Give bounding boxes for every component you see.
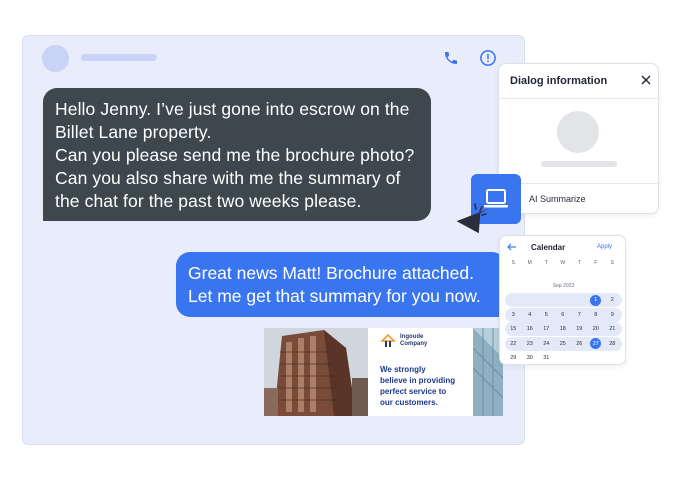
back-arrow-icon[interactable] — [507, 242, 517, 252]
contact-name-placeholder — [81, 54, 157, 61]
calendar-day[interactable]: 19 — [571, 322, 588, 336]
info-icon[interactable] — [478, 48, 498, 68]
outgoing-message: Great news Matt! Brochure attached. Let m… — [176, 252, 506, 317]
weekday-label: T — [577, 260, 581, 266]
calendar-empty-cell — [571, 293, 588, 307]
calendar-day[interactable]: 29 — [505, 351, 522, 365]
company-name-line: Company — [400, 341, 428, 347]
calendar-week: 12 — [505, 293, 622, 307]
tagline-line: We strongly — [380, 365, 426, 374]
company-name: Ingoude Company — [400, 334, 427, 348]
calendar-day[interactable]: 7 — [571, 308, 588, 322]
brochure-tagline: We strongly believe in providing perfect s… — [380, 364, 455, 408]
calendar-day[interactable]: 25 — [555, 337, 572, 351]
message-line: the chat for the past two weeks please. — [55, 191, 362, 211]
calendar-day[interactable]: 16 — [522, 322, 539, 336]
brochure-attachment[interactable]: Ingoude Company We strongly believe in pro… — [264, 328, 503, 416]
cursor-click-icon — [456, 203, 490, 234]
calendar-day[interactable]: 30 — [522, 351, 539, 365]
calendar-day[interactable]: 4 — [522, 308, 539, 322]
company-name-line: Ingoude — [400, 334, 424, 340]
weekday-label: S — [511, 260, 515, 266]
calendar-day[interactable]: 26 — [571, 337, 588, 351]
calendar-title: Calendar — [531, 243, 566, 252]
stage: Hello Jenny. I’ve just gone into escrow … — [0, 0, 681, 481]
calendar-day[interactable]: 8 — [588, 308, 605, 322]
calendar-day[interactable]: 1 — [588, 293, 605, 307]
calendar-empty-cell — [555, 351, 572, 365]
dialog-information-panel: Dialog information AI Summarize — [498, 63, 660, 214]
weekday-label: M — [527, 260, 532, 266]
calendar-empty-cell — [538, 293, 555, 307]
calendar-empty-cell — [522, 293, 539, 307]
calendar-week: 15 16 17 18 19 20 21 — [505, 322, 622, 336]
calendar-day[interactable]: 9 — [604, 308, 621, 322]
calendar-day[interactable]: 21 — [604, 322, 621, 336]
divider — [499, 98, 660, 99]
month-label: Sep 2023 — [552, 283, 575, 289]
calendar-day[interactable]: 24 — [538, 337, 555, 351]
weekday-label: T — [544, 260, 548, 266]
calendar-day[interactable]: 15 — [505, 322, 522, 336]
dialog-title: Dialog information — [510, 75, 608, 87]
calendar-day[interactable]: 2 — [604, 293, 621, 307]
calendar-empty-cell — [571, 351, 588, 365]
incoming-message: Hello Jenny. I’ve just gone into escrow … — [43, 88, 431, 221]
calendar-day[interactable]: 31 — [538, 351, 555, 365]
company-logo-icon — [380, 333, 396, 347]
message-line: Billet Lane property. — [55, 122, 212, 142]
weekday-label: S — [610, 260, 614, 266]
weekday-label: W — [560, 260, 566, 266]
calendar-week: 3456789 — [505, 307, 622, 322]
message-line: Can you also share with me the summary o… — [55, 168, 401, 188]
close-icon[interactable] — [640, 74, 652, 86]
calendar-empty-cell — [555, 293, 572, 307]
calendar-day[interactable]: 28 — [604, 337, 621, 351]
calendar-day[interactable]: 22 — [505, 337, 522, 351]
calendar-day[interactable]: 6 — [555, 308, 572, 322]
calendar-week: 22 23 24 25 26 27 28 — [505, 336, 622, 351]
calendar-empty-cell — [505, 293, 522, 307]
tagline-line: perfect service to — [380, 387, 447, 396]
building-photo — [264, 328, 368, 416]
weekday-label: F — [594, 260, 598, 266]
profile-name-placeholder — [541, 161, 617, 167]
calendar-day[interactable]: 18 — [555, 322, 572, 336]
apply-button[interactable]: Apply — [597, 244, 612, 250]
calendar-day[interactable]: 3 — [505, 308, 522, 322]
tagline-line: our customers. — [380, 398, 438, 407]
calendar-empty-cell — [588, 351, 605, 365]
profile-avatar — [557, 111, 599, 153]
calendar-empty-cell — [604, 351, 621, 365]
calendar-day[interactable]: 17 — [538, 322, 555, 336]
divider — [499, 183, 660, 184]
message-line: Hello Jenny. I’ve just gone into escrow … — [55, 99, 410, 119]
ai-summarize-label[interactable]: AI Summarize — [529, 194, 586, 204]
calendar-week: 29 30 31 — [505, 351, 622, 365]
calendar-panel: Calendar Apply SMTWTFS Sep 2023 12345678… — [499, 235, 626, 365]
calendar-day[interactable]: 20 — [588, 322, 605, 336]
weekday-header: SMTWTFS — [505, 260, 622, 266]
calendar-grid: 1 2 3 4 5 6 7 8 9 15 16 17 18 19 20 21 22 23 24 25 26 27 28 29 3… — [505, 293, 622, 366]
calendar-day[interactable]: 23 — [522, 337, 539, 351]
message-line: Let me get that summary for you now. — [188, 286, 481, 306]
phone-icon[interactable] — [441, 48, 461, 68]
calendar-day[interactable]: 27 — [588, 337, 605, 351]
contact-avatar — [42, 45, 69, 72]
message-line: Can you please send me the brochure phot… — [55, 145, 415, 165]
tagline-line: believe in providing — [380, 376, 456, 385]
message-line: Great news Matt! Brochure attached. — [188, 263, 474, 283]
calendar-day[interactable]: 5 — [538, 308, 555, 322]
